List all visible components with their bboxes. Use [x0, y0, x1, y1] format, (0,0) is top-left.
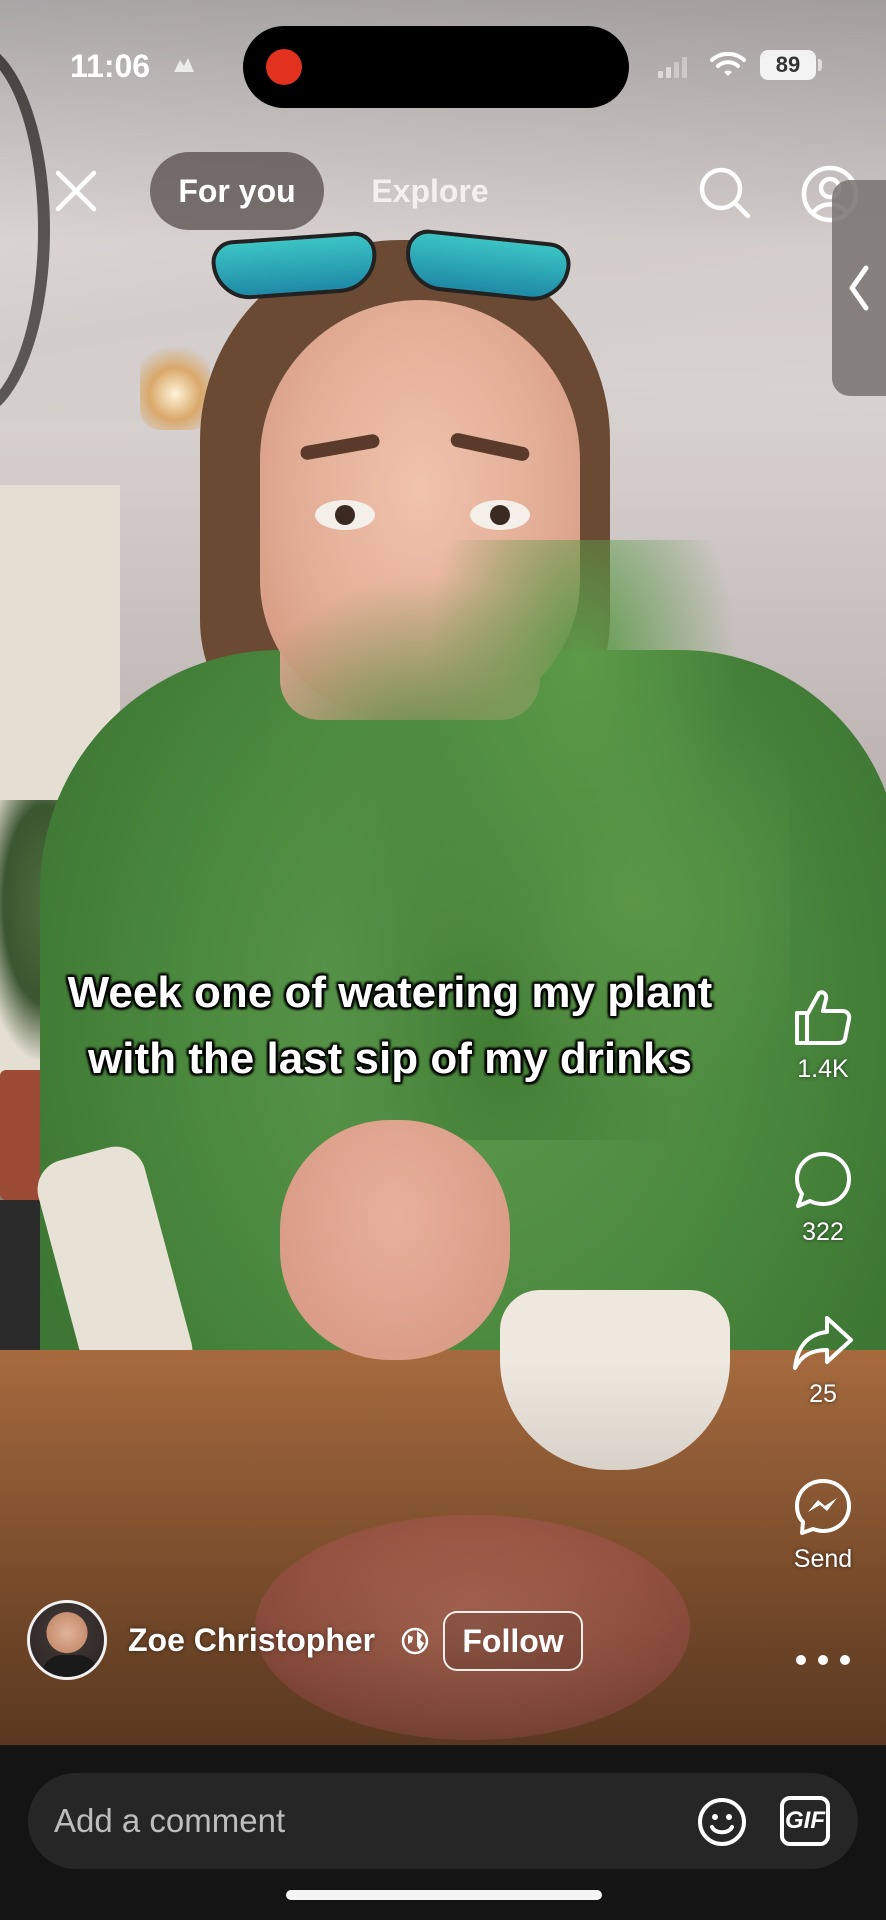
avatar-shirt — [42, 1655, 98, 1677]
tab-for-you[interactable]: For you — [150, 152, 324, 230]
comment-button[interactable]: 322 — [770, 1148, 876, 1247]
wifi-icon — [710, 51, 746, 76]
emoji-icon[interactable] — [696, 1796, 748, 1848]
search-icon[interactable] — [696, 164, 752, 220]
share-count: 25 — [809, 1380, 837, 1408]
like-button[interactable]: 1.4K — [770, 985, 876, 1084]
thumbs-up-icon — [795, 990, 852, 1045]
comment-count: 322 — [802, 1218, 844, 1246]
tab-explore[interactable]: Explore — [350, 152, 510, 230]
home-indicator[interactable] — [286, 1890, 602, 1900]
comment-icon — [795, 1152, 851, 1208]
send-button[interactable]: Send — [770, 1475, 876, 1574]
video-player[interactable] — [0, 0, 886, 1745]
close-icon[interactable] — [50, 165, 102, 217]
share-icon — [793, 1316, 853, 1370]
messenger-icon — [795, 1479, 851, 1535]
battery-tip — [818, 59, 822, 71]
avatar[interactable] — [27, 1600, 107, 1680]
creator-name[interactable]: Zoe Christopher — [128, 1622, 375, 1659]
like-count: 1.4K — [797, 1055, 849, 1083]
follow-button[interactable]: Follow — [443, 1611, 583, 1671]
status-time: 11:06 — [70, 48, 151, 84]
send-label: Send — [793, 1545, 853, 1573]
signal-icon — [658, 57, 687, 78]
comment-input[interactable] — [54, 1797, 654, 1845]
side-panel-handle[interactable] — [832, 180, 886, 396]
battery-icon: 89 — [760, 50, 816, 80]
gif-button[interactable]: GIF — [780, 1796, 830, 1846]
do-not-disturb-icon — [174, 58, 194, 72]
globe-icon — [401, 1627, 429, 1655]
video-caption: Week one of watering my plant with the l… — [67, 968, 713, 1083]
share-button[interactable]: 25 — [770, 1310, 876, 1409]
more-dots-icon[interactable] — [790, 1640, 856, 1680]
chevron-left-icon — [849, 265, 869, 311]
screen-record-indicator — [266, 49, 302, 85]
video-vignette — [0, 0, 886, 1745]
